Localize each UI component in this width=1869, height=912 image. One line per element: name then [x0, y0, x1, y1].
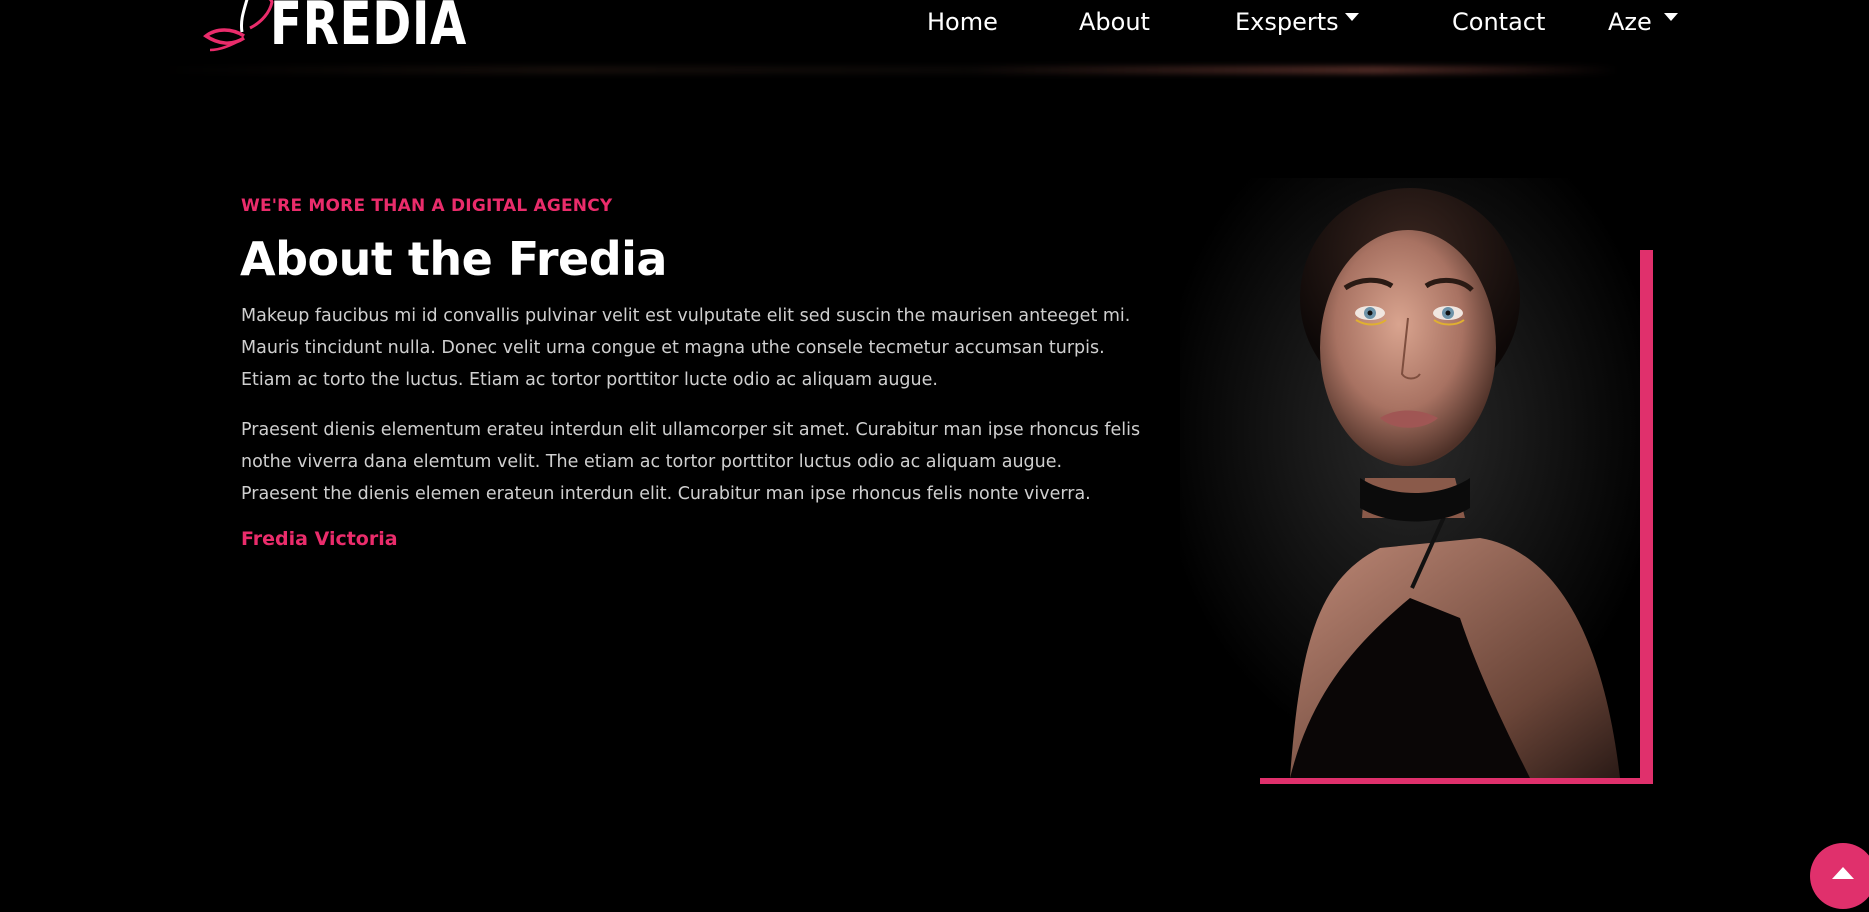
- logo-wordmark: FREDIA: [270, 0, 468, 59]
- photo-frame-right: [1640, 250, 1653, 784]
- about-paragraph-2: Praesent dienis elementum erateu interdu…: [241, 420, 1141, 504]
- nav-item-exsperts[interactable]: Exsperts: [1235, 4, 1359, 40]
- language-selector[interactable]: Aze: [1608, 4, 1678, 40]
- arrow-up-icon: [1832, 867, 1854, 879]
- nav-item-contact[interactable]: Contact: [1452, 4, 1545, 40]
- model-portrait-image: [1180, 178, 1640, 778]
- language-selector-label: Aze: [1608, 8, 1652, 36]
- butterfly-logo-icon: [203, 0, 274, 52]
- header-divider-glow: [160, 66, 1780, 74]
- scroll-to-top-button[interactable]: [1810, 843, 1869, 909]
- about-paragraph-1: Makeup faucibus mi id convallis pulvinar…: [241, 306, 1131, 390]
- nav-item-exsperts-label: Exsperts: [1235, 8, 1339, 36]
- section-title: About the Fredia: [240, 232, 667, 286]
- nav-item-home[interactable]: Home: [927, 4, 998, 40]
- nav-item-about[interactable]: About: [1079, 4, 1150, 40]
- site-header: FREDIA Home About Exsperts Contact Aze: [0, 0, 1869, 74]
- caret-down-icon: [1663, 13, 1678, 21]
- author-signature: Fredia Victoria: [241, 528, 398, 550]
- caret-down-icon: [1344, 13, 1359, 21]
- section-tagline: WE'RE MORE THAN A DIGITAL AGENCY: [241, 196, 613, 216]
- site-logo[interactable]: FREDIA: [200, 0, 523, 56]
